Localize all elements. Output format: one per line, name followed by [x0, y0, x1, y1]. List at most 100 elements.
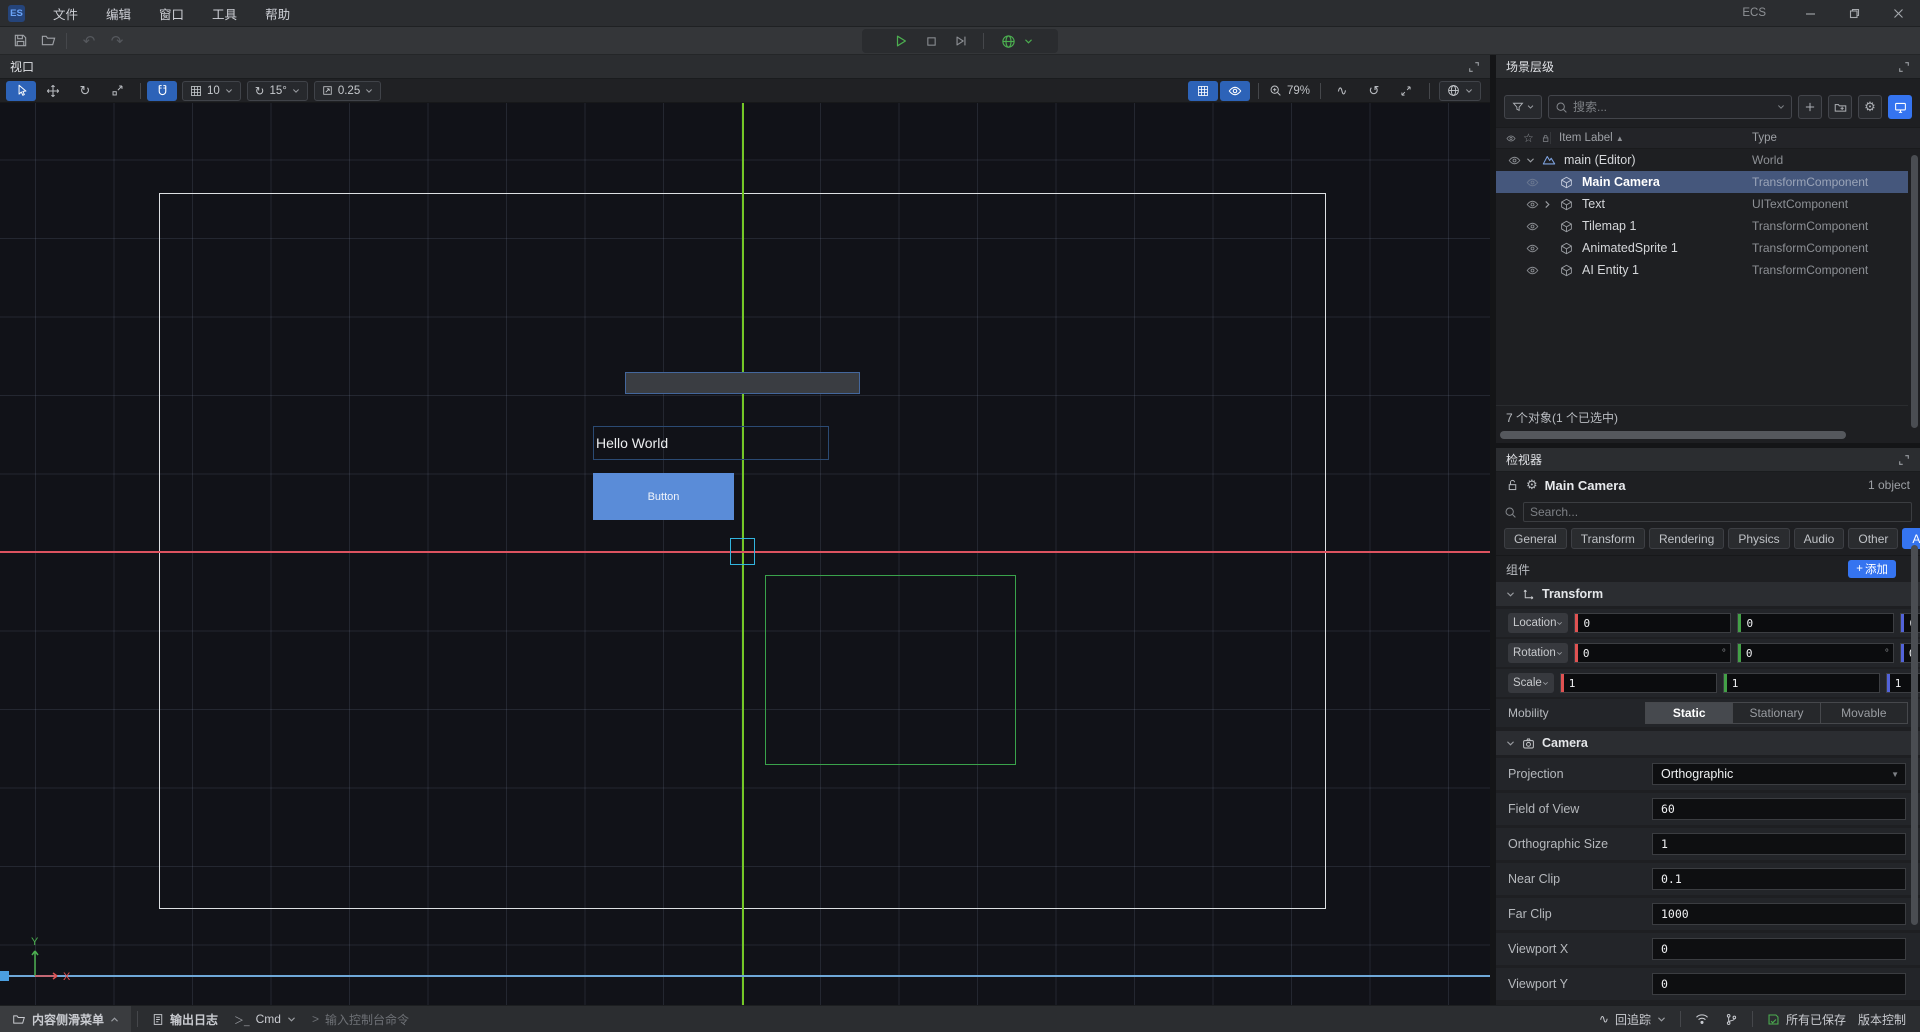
eye-icon[interactable]	[1508, 154, 1526, 167]
hierarchy-search[interactable]	[1548, 95, 1792, 119]
hierarchy-hscrollbar[interactable]	[1500, 431, 1904, 439]
grid-toggle[interactable]	[1188, 81, 1218, 101]
menu-file[interactable]: 文件	[43, 2, 88, 25]
stop-button[interactable]	[919, 30, 943, 52]
mobility-movable[interactable]: Movable	[1821, 703, 1907, 723]
open-folder-icon[interactable]	[36, 30, 60, 52]
inspector-expand-icon[interactable]	[1898, 454, 1910, 466]
world-globe-icon[interactable]	[996, 30, 1020, 52]
undo-icon[interactable]: ↶	[77, 30, 101, 52]
panel-widget[interactable]	[625, 372, 860, 394]
tab-rendering[interactable]: Rendering	[1649, 528, 1724, 549]
save-icon[interactable]	[8, 30, 32, 52]
new-folder-button[interactable]	[1828, 95, 1852, 119]
visibility-toggle[interactable]	[1220, 81, 1250, 101]
console-input[interactable]: > 输入控制台命令	[304, 1011, 417, 1028]
hierarchy-row-main-camera[interactable]: Main Camera TransformComponent	[1496, 171, 1908, 193]
hierarchy-row-tilemap[interactable]: Tilemap 1 TransformComponent	[1496, 215, 1920, 237]
viewport-y-field[interactable]	[1653, 977, 1905, 991]
hierarchy-expand-icon[interactable]	[1898, 61, 1910, 73]
hierarchy-row-main[interactable]: main (Editor) World	[1496, 149, 1920, 171]
eye-icon[interactable]	[1526, 220, 1544, 233]
grid-snap-dropdown[interactable]: 10	[182, 81, 241, 101]
zoom-indicator[interactable]: 79%	[1269, 84, 1310, 97]
screen-view-button[interactable]	[1888, 95, 1912, 119]
location-x-field[interactable]	[1574, 613, 1731, 633]
move-tool[interactable]	[38, 81, 68, 101]
menu-edit[interactable]: 编辑	[96, 2, 141, 25]
close-button[interactable]	[1876, 0, 1920, 26]
rotate-tool[interactable]: ↻	[70, 81, 100, 101]
tab-general[interactable]: General	[1504, 528, 1567, 549]
eye-icon[interactable]	[1526, 242, 1544, 255]
origin-selection-square[interactable]	[730, 538, 755, 565]
app-logo[interactable]: ES	[8, 5, 25, 22]
projection-select[interactable]: Orthographic ▼	[1652, 763, 1906, 785]
filter-button[interactable]	[1504, 95, 1542, 119]
unlock-icon[interactable]	[1506, 479, 1519, 492]
tab-other[interactable]: Other	[1848, 528, 1898, 549]
viewport-world-dropdown[interactable]	[1439, 81, 1481, 101]
transform-section-header[interactable]: Transform	[1496, 582, 1920, 606]
step-button[interactable]	[949, 30, 973, 52]
hierarchy-row-ai-entity[interactable]: AI Entity 1 TransformComponent	[1496, 259, 1920, 281]
tab-audio[interactable]: Audio	[1794, 528, 1845, 549]
redo-icon[interactable]: ↷	[105, 30, 129, 52]
column-item-label[interactable]: Item Label ▲	[1550, 132, 1624, 144]
expand-view-button[interactable]	[1391, 81, 1421, 101]
far-clip-field[interactable]	[1653, 907, 1905, 921]
play-button[interactable]	[889, 30, 913, 52]
rotation-snap-dropdown[interactable]: ↻ 15°	[247, 81, 308, 101]
minimize-button[interactable]	[1788, 0, 1832, 26]
object-settings-icon[interactable]: ⚙	[1526, 477, 1538, 493]
reset-view-button[interactable]: ↺	[1359, 81, 1389, 101]
output-log-button[interactable]: 输出日志	[144, 1011, 226, 1028]
rotation-x-field[interactable]: °	[1574, 643, 1731, 663]
rotation-y-field[interactable]: °	[1737, 643, 1894, 663]
hierarchy-row-text[interactable]: Text UITextComponent	[1496, 193, 1920, 215]
scale-tool[interactable]	[102, 81, 132, 101]
scale-dropdown[interactable]: Scale	[1508, 673, 1554, 693]
favorite-column-icon[interactable]: ☆	[1523, 132, 1534, 145]
scene-canvas[interactable]: Hello World Button Y X	[0, 103, 1490, 1005]
eye-icon[interactable]	[1526, 198, 1544, 211]
viewport-expand-icon[interactable]	[1468, 61, 1480, 73]
ortho-size-field[interactable]	[1653, 837, 1905, 851]
fov-field[interactable]	[1653, 802, 1905, 816]
tab-physics[interactable]: Physics	[1728, 528, 1789, 549]
viewport-x-field[interactable]	[1653, 942, 1905, 956]
hierarchy-search-input[interactable]	[1573, 100, 1772, 114]
stats-button[interactable]: ∿	[1327, 81, 1357, 101]
camera-section-header[interactable]: Camera	[1496, 731, 1920, 755]
hierarchy-settings-button[interactable]: ⚙	[1858, 95, 1882, 119]
location-y-field[interactable]	[1737, 613, 1894, 633]
snap-tool[interactable]	[147, 81, 177, 101]
menu-help[interactable]: 帮助	[255, 2, 300, 25]
chevron-down-icon[interactable]	[1526, 157, 1542, 164]
add-entity-button[interactable]	[1798, 95, 1822, 119]
eye-icon[interactable]	[1526, 264, 1544, 277]
tab-transform[interactable]: Transform	[1571, 528, 1645, 549]
visibility-column-icon[interactable]	[1506, 132, 1516, 145]
lock-column-icon[interactable]	[1541, 132, 1550, 145]
location-dropdown[interactable]: Location	[1508, 613, 1568, 633]
save-status[interactable]: 所有已保存	[1759, 1011, 1850, 1028]
inspector-search-input[interactable]	[1530, 505, 1905, 519]
source-control-icon[interactable]	[1717, 1013, 1746, 1026]
trace-dropdown[interactable]: ∿ 回追踪	[1591, 1011, 1674, 1028]
version-control-button[interactable]: 版本控制	[1850, 1011, 1920, 1028]
chevron-right-icon[interactable]	[1544, 200, 1560, 209]
mobility-static[interactable]: Static	[1646, 703, 1733, 723]
content-drawer-button[interactable]: 内容侧滑菜单	[0, 1006, 131, 1032]
add-component-button[interactable]: +添加	[1848, 560, 1896, 578]
hierarchy-row-animatedsprite[interactable]: AnimatedSprite 1 TransformComponent	[1496, 237, 1920, 259]
button-widget[interactable]: Button	[593, 473, 734, 520]
network-status-icon[interactable]	[1687, 1013, 1717, 1025]
eye-icon[interactable]	[1526, 176, 1544, 189]
inspector-vscrollbar[interactable]	[1911, 545, 1918, 925]
scale-snap-dropdown[interactable]: 0.25	[314, 81, 381, 101]
menu-tools[interactable]: 工具	[202, 2, 247, 25]
rotation-dropdown[interactable]: Rotation	[1508, 643, 1568, 663]
hierarchy-vscrollbar[interactable]	[1911, 155, 1918, 428]
maximize-button[interactable]	[1832, 0, 1876, 26]
